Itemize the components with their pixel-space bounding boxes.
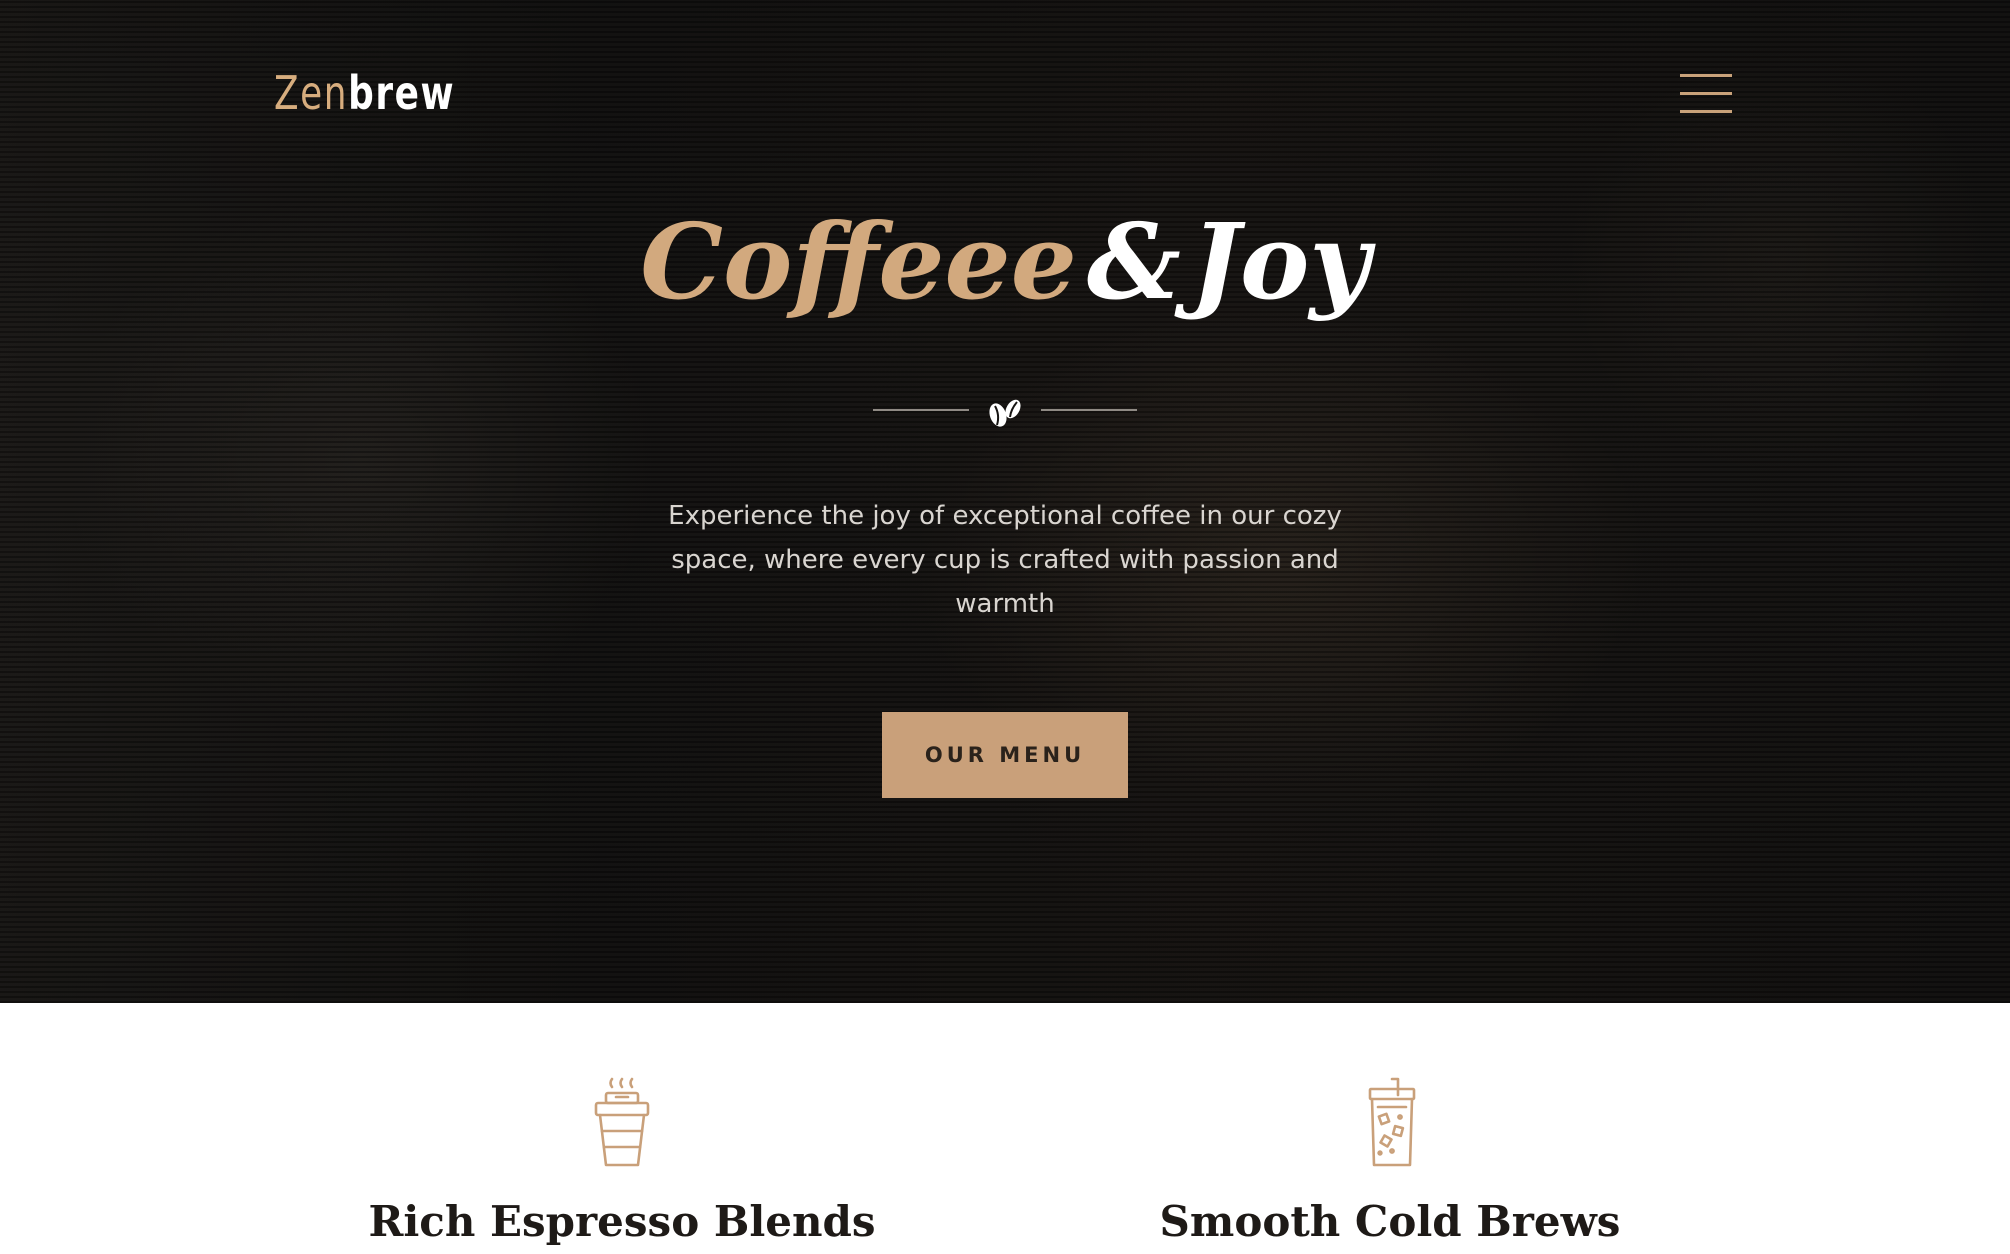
menu-line <box>1680 110 1732 113</box>
site-logo[interactable]: Zenbrew <box>274 66 455 120</box>
hero-title: Coffeee&Joy <box>0 200 2010 325</box>
hero-description: Experience the joy of exceptional coffee… <box>668 501 1342 619</box>
hero-section: Zenbrew Coffeee&Joy Experience the joy o… <box>0 0 2010 1003</box>
logo-part-zen: Zen <box>274 66 349 120</box>
iced-drink-icon <box>1368 1077 1416 1167</box>
menu-line <box>1680 74 1732 77</box>
hero-title-accent: Coffeee <box>640 200 1077 323</box>
coffee-beans-icon <box>989 399 1021 427</box>
feature-title: Rich Espresso Blends <box>368 1197 876 1246</box>
hamburger-menu-icon[interactable] <box>1680 72 1736 116</box>
logo-part-brew: brew <box>348 66 456 120</box>
feature-espresso: Rich Espresso Blends <box>272 1003 972 1254</box>
divider-line-right <box>1041 409 1137 411</box>
features-section: Rich Espresso Blends Smooth Cold Brews <box>0 1003 2010 1254</box>
hero-title-main: Joy <box>1190 200 1370 323</box>
divider-line-left <box>873 409 969 411</box>
menu-line <box>1680 92 1732 95</box>
hero-divider <box>873 392 1137 432</box>
feature-cold-brew: Smooth Cold Brews <box>1040 1003 1740 1254</box>
takeaway-cup-icon <box>594 1077 650 1167</box>
hero-title-ampersand: & <box>1086 200 1181 323</box>
our-menu-button[interactable]: OUR MENU <box>882 712 1128 798</box>
feature-title: Smooth Cold Brews <box>1159 1197 1621 1246</box>
